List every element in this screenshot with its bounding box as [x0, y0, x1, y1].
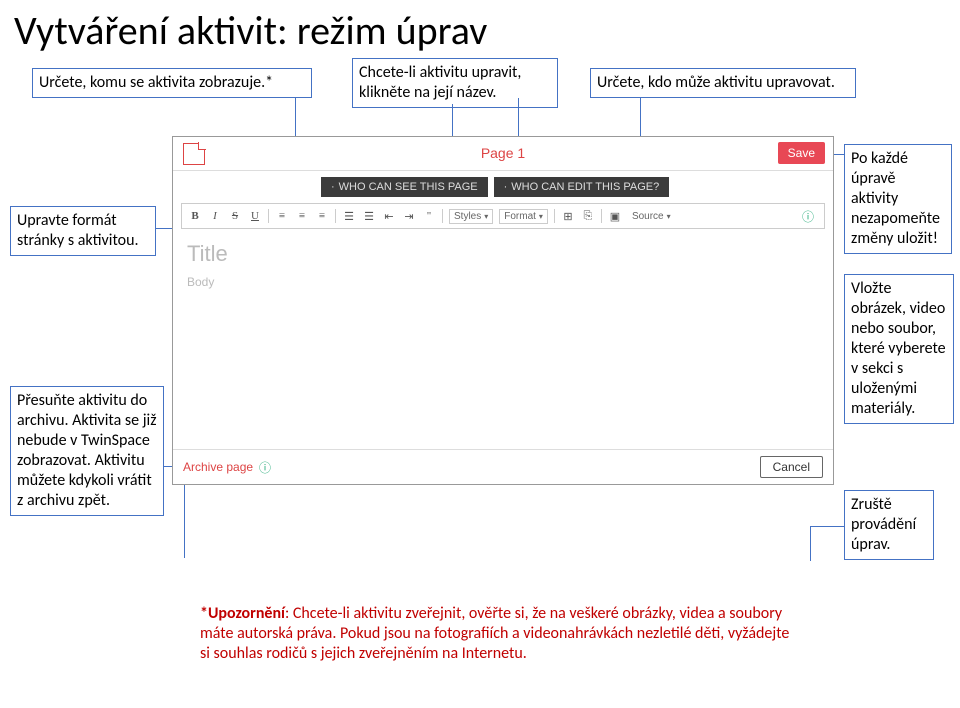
editor-panel: Page 1 Save WHO CAN SEE THIS PAGE WHO CA…: [172, 136, 834, 485]
title-placeholder[interactable]: Title: [187, 241, 819, 267]
bold-button[interactable]: B: [188, 208, 202, 224]
link-button[interactable]: ⎘: [581, 208, 595, 224]
list-ul-button[interactable]: ☰: [362, 208, 376, 224]
tab-who-can-see[interactable]: WHO CAN SEE THIS PAGE: [321, 177, 488, 197]
table-button[interactable]: ⊞: [561, 208, 575, 224]
archive-link[interactable]: Archive page: [183, 460, 253, 474]
archive-info-icon[interactable]: ⓘ: [259, 459, 271, 476]
align-center-button[interactable]: ≡: [295, 208, 309, 224]
outdent-button[interactable]: ⇤: [382, 208, 396, 224]
page-icon: [183, 143, 205, 165]
callout-permissions: Určete, kdo může aktivitu upravovat.: [590, 68, 856, 98]
strike-button[interactable]: S: [228, 208, 242, 224]
callout-save: Po každé úpravě aktivity nezapomeňte změ…: [844, 144, 952, 254]
warning-label: *Upozornění: [200, 604, 285, 623]
warning-text: *Upozornění: Chcete-li aktivitu zveřejni…: [200, 604, 794, 664]
tab-who-can-edit[interactable]: WHO CAN EDIT THIS PAGE?: [494, 177, 670, 197]
body-placeholder[interactable]: Body: [187, 275, 819, 289]
info-icon[interactable]: ⓘ: [802, 208, 814, 225]
callout-insert: Vložte obrázek, video nebo soubor, které…: [844, 274, 954, 424]
source-button[interactable]: Source: [628, 210, 675, 223]
callout-edit-name: Chcete-li aktivitu upravit, klikněte na …: [352, 58, 558, 108]
callout-format: Upravte formát stránky s aktivitou.: [10, 206, 156, 256]
cancel-button[interactable]: Cancel: [760, 456, 823, 478]
image-button[interactable]: ▣: [608, 208, 622, 224]
page-title-field[interactable]: Page 1: [481, 145, 525, 161]
align-right-button[interactable]: ≡: [315, 208, 329, 224]
styles-select[interactable]: Styles: [449, 209, 493, 224]
underline-button[interactable]: U: [248, 208, 262, 224]
editor-toolbar: B I S U ≡ ≡ ≡ ☰ ☰ ⇤ ⇥ " Styles Format ⊞ …: [181, 203, 825, 229]
list-ol-button[interactable]: ☰: [342, 208, 356, 224]
align-left-button[interactable]: ≡: [275, 208, 289, 224]
callout-cancel: Zruště provádění úprav.: [844, 490, 934, 560]
format-select[interactable]: Format: [499, 209, 548, 224]
page-title: Vytváření aktivit: režim úprav: [14, 6, 960, 55]
save-button[interactable]: Save: [778, 142, 825, 164]
callout-audience: Určete, komu se aktivita zobrazuje.*: [32, 68, 312, 98]
indent-button[interactable]: ⇥: [402, 208, 416, 224]
callout-archive: Přesuňte aktivitu do archivu. Aktivita s…: [10, 386, 164, 516]
quote-button[interactable]: ": [422, 208, 436, 224]
italic-button[interactable]: I: [208, 208, 222, 224]
